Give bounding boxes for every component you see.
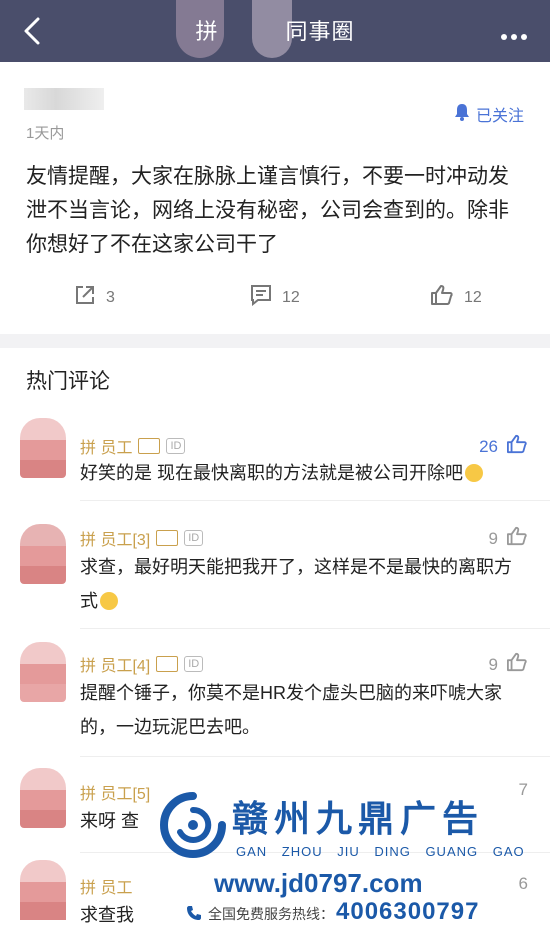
thumbs-up-icon xyxy=(506,652,528,677)
watermark-title: 赣州九鼎广告 xyxy=(232,798,485,839)
watermark-pinyin: GAN ZHOU JIU DING GUANG GAO xyxy=(236,844,525,859)
divider xyxy=(80,500,550,501)
id-badge-icon: ID xyxy=(184,656,204,672)
comment-author[interactable]: 拼 员工 ID xyxy=(80,434,186,458)
hot-comments-title: 热门评论 xyxy=(26,370,110,393)
share-count: 3 xyxy=(106,288,115,306)
comment-count: 12 xyxy=(282,288,300,306)
comment-text: 好笑的是 现在最快离职的方法就是被公司开除吧 xyxy=(80,456,520,490)
logo-icon xyxy=(160,792,226,863)
comment-author[interactable]: 拼 员工[4] ID xyxy=(80,652,204,676)
more-options-icon[interactable] xyxy=(500,28,528,46)
bell-icon xyxy=(454,103,470,126)
comment-text: 求查，最好明天能把我开了，这样是不是最快的离职方式 xyxy=(80,557,512,611)
like-button[interactable]: 12 xyxy=(430,284,482,311)
top-bar: 拼 同事圈 xyxy=(0,0,550,62)
hotline-label: 全国免费服务热线： xyxy=(186,904,334,924)
id-badge-icon: ID xyxy=(166,438,186,454)
laugh-emoji-icon xyxy=(100,592,118,610)
share-icon xyxy=(74,284,96,311)
phone-icon xyxy=(186,905,202,924)
comment-text: 提醒个锤子，你莫不是HR发个虚头巴脑的来吓唬大家的，一边玩泥巴去吧。 xyxy=(80,683,502,737)
verified-badge-icon xyxy=(138,438,161,454)
post-time: 1天内 xyxy=(26,125,65,142)
thumbs-up-icon xyxy=(430,284,454,311)
comment-author[interactable]: 拼 员工 xyxy=(80,874,132,898)
page-title-left: 拼 xyxy=(195,19,219,44)
avatar[interactable] xyxy=(20,860,66,924)
divider xyxy=(80,756,550,757)
avatar[interactable] xyxy=(20,524,66,584)
verified-badge-icon xyxy=(156,656,179,672)
verified-badge-icon xyxy=(156,530,179,546)
share-button[interactable]: 3 xyxy=(74,284,115,311)
avatar[interactable] xyxy=(20,418,66,478)
post-content: 友情提醒，大家在脉脉上谨言慎行，不要一时冲动发泄不当言论，网络上没有秘密，公司会… xyxy=(26,165,509,256)
watermark-url: www.jd0797.com xyxy=(214,868,423,898)
post-stats: 3 12 12 xyxy=(0,284,550,314)
comment-author[interactable]: 拼 员工[5] xyxy=(80,780,150,804)
thumbs-up-icon xyxy=(506,526,528,551)
hotline-number: 4006300797 xyxy=(336,898,480,925)
comment-button[interactable]: 12 xyxy=(250,284,300,311)
laugh-emoji-icon xyxy=(465,464,483,482)
author-name-blurred xyxy=(24,88,104,110)
comment-like-button[interactable]: 9 xyxy=(489,526,528,551)
follow-label: 已关注 xyxy=(475,108,524,125)
section-separator xyxy=(0,334,550,348)
comment-author[interactable]: 拼 员工[3] ID xyxy=(80,526,204,550)
avatar[interactable] xyxy=(20,768,66,828)
divider xyxy=(80,628,550,629)
page-title-right: 同事圈 xyxy=(285,19,355,44)
like-count: 12 xyxy=(464,288,482,306)
watermark-overlay: 赣州九鼎广告 GAN ZHOU JIU DING GUANG GAO www.j… xyxy=(160,790,540,930)
comment-icon xyxy=(250,284,272,311)
follow-button[interactable]: 已关注 xyxy=(454,102,524,126)
id-badge-icon: ID xyxy=(184,530,204,546)
avatar[interactable] xyxy=(20,642,66,702)
comment-like-button[interactable]: 9 xyxy=(489,652,528,677)
